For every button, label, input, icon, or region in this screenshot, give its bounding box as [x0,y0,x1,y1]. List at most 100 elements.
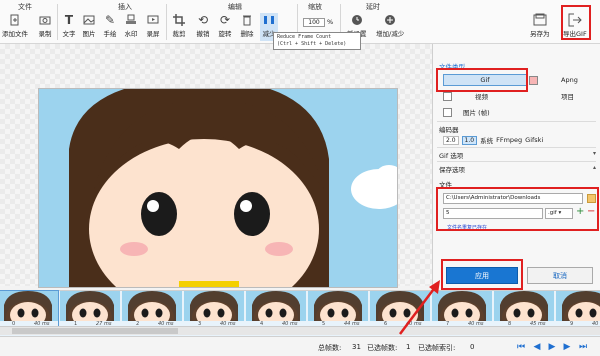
type-frames-option[interactable]: 图片 (帧) [443,107,490,117]
undo-button[interactable]: ⟲ 撤销 [196,13,210,41]
frame-thumbnail [370,291,430,321]
record-label: 录制 [38,30,52,38]
zoom-unit: % [327,18,334,26]
type-project-option[interactable]: 项目 [561,91,574,101]
ribbon-divider [166,4,167,40]
frame-thumbnail [60,291,120,321]
encoder-option[interactable]: 1.0 [461,135,478,145]
delete-label: 删除 [240,30,254,38]
rotate-icon: ⟳ [219,13,231,27]
add-file-button[interactable]: 添加文件 [2,13,28,41]
extension-value: .gif [548,210,557,216]
save-options-header[interactable]: 保存选项 [439,164,465,174]
total-frames-value: 31 [352,343,361,351]
chevron-down-icon[interactable]: ▾ [593,150,596,157]
cancel-button[interactable]: 取消 [527,267,593,284]
frame-thumbnail [0,291,58,321]
frame-thumbnail [556,291,600,321]
encoder-option[interactable]: 2.0 [443,135,459,145]
record-button[interactable]: 录制 [38,13,52,41]
export-icon [568,13,582,27]
encoder-option[interactable]: Gifski [525,136,543,144]
crop-label: 裁剪 [172,30,186,38]
group-title-insert: 插入 [118,3,132,11]
type-apng-option[interactable]: Apng [561,76,578,84]
watermark-label: 水印 [124,30,138,38]
timeline-frame[interactable]: 6 40 ms [370,291,430,329]
save-as-icon [533,13,547,27]
text-button[interactable]: T 文字 [62,13,76,41]
timeline-frame[interactable]: 8 45 ms [494,291,554,329]
canvas-area [0,44,432,288]
export-panel: 文件类型 Gif Apng 视频 项目 图片 (帧) 编码器 2.0 1.0 系… [432,44,600,290]
group-title-delay: 延时 [366,3,380,11]
gif-format-icon [529,76,538,85]
draw-button[interactable]: ✎ 手绘 [103,13,117,41]
play-icon[interactable]: ▶ [547,342,557,352]
add-icon[interactable]: + [576,207,584,217]
save-as-button[interactable]: 另存为 [530,13,550,41]
file-type-title: 文件类型 [439,63,465,71]
add-file-icon [8,13,22,27]
timeline-frame[interactable]: 7 40 ms [432,291,492,329]
encoder-options: 2.0 1.0 系统 FFmpeg Gifski [443,135,543,145]
crop-button[interactable]: 裁剪 [172,13,186,41]
chevron-up-icon[interactable]: ▴ [593,164,596,171]
type-video-option[interactable]: 视频 [443,91,488,101]
encoder-option[interactable]: FFmpeg [496,136,522,144]
frame-thumbnail [246,291,306,321]
zoom-input[interactable]: 100 [303,18,325,27]
timeline-frame[interactable]: 0 40 ms [0,290,59,330]
encoder-title: 编码器 [439,126,459,134]
image-button[interactable]: 图片 [82,13,96,41]
tooltip-line1: Reduce Frame Count [277,34,332,40]
screen-record-label: 录屏 [146,30,160,38]
frame-thumbnail [122,291,182,321]
trash-icon [240,13,254,27]
text-label: 文字 [62,30,76,38]
frame-preview-image [38,88,398,288]
output-path-field[interactable]: C:\Users\Administrator\Downloads [443,193,583,204]
timeline-frame[interactable]: 3 40 ms [184,291,244,329]
text-icon: T [64,13,74,27]
first-frame-icon[interactable]: ⏮ [516,342,526,352]
image-label: 图片 [82,30,96,38]
increase-decrease-button[interactable]: 增加/减少 [376,13,404,41]
type-frames-label: 图片 (帧) [463,109,490,117]
type-gif-option[interactable]: Gif [443,74,527,86]
remove-icon[interactable]: − [587,207,595,217]
timeline-frame[interactable]: 4 40 ms [246,291,306,329]
type-project-label: 项目 [561,93,574,101]
watermark-button[interactable]: 水印 [124,13,138,41]
crop-icon [172,13,186,27]
panel-divider [437,147,596,148]
tooltip-line2: (Ctrl + Shift + Delete) [277,41,347,47]
timeline-frame[interactable]: 2 40 ms [122,291,182,329]
panel-divider [437,121,596,122]
screen-record-button[interactable]: 录屏 [146,13,160,41]
previous-frame-icon[interactable]: ◀ [532,342,542,352]
frames-icon [443,107,452,117]
rotate-button[interactable]: ⟳ 旋转 [218,13,232,41]
timeline-frame[interactable]: 1 27 ms [60,291,120,329]
increase-decrease-label: 增加/减少 [376,30,405,38]
last-frame-icon[interactable]: ⏭ [578,342,588,352]
clock-icon [350,13,364,27]
filename-field[interactable]: 5 [443,208,543,219]
next-frame-icon[interactable]: ▶ [562,342,572,352]
extension-select[interactable]: .gif ▾ [545,208,573,219]
timeline-scrollbar[interactable] [0,326,600,335]
stamp-icon [124,13,138,27]
folder-icon[interactable] [587,194,596,203]
apply-button[interactable]: 应用 [446,267,518,284]
file-exists-note: 文件名重复已存在 [447,225,488,231]
scrollbar-thumb[interactable] [12,328,178,334]
timeline-frame[interactable]: 940 ms [556,291,600,329]
draw-label: 手绘 [103,30,117,38]
export-gif-button[interactable]: 导出GIF [563,13,587,41]
encoder-option[interactable]: 系统 [480,135,493,145]
timeline-frame[interactable]: 5 44 ms [308,291,368,329]
pencil-icon: ✎ [104,13,116,27]
delete-button[interactable]: 删除 [240,13,254,41]
gif-options-header[interactable]: Gif 选项 [439,150,463,160]
